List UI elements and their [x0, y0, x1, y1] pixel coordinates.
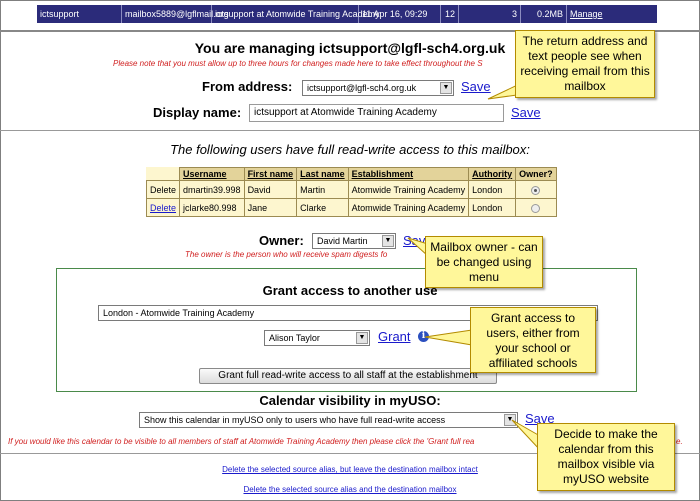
- cell-owner: [515, 198, 557, 217]
- from-address-select[interactable]: ictsupport@lgfl-sch4.org.uk ▼: [302, 80, 454, 96]
- row-size: 0.2MB: [521, 5, 567, 23]
- establishment-value: London - Atomwide Training Academy: [103, 308, 255, 318]
- calendar-note: If you would like this calendar to be vi…: [8, 437, 475, 446]
- cell-establishment: Atomwide Training Academy: [347, 180, 470, 199]
- header-first-name[interactable]: First name: [243, 167, 298, 181]
- display-name-save-link[interactable]: Save: [511, 105, 541, 120]
- grant-all-staff-button[interactable]: Grant full read-write access to all staf…: [199, 368, 497, 384]
- from-address-label: From address:: [202, 79, 293, 94]
- owner-radio[interactable]: [531, 203, 541, 213]
- delete-link[interactable]: Delete: [145, 198, 181, 217]
- user-value: Alison Taylor: [269, 333, 320, 343]
- owner-select[interactable]: David Martin ▼: [312, 233, 396, 249]
- row-display-name: ictsupport at Atomwide Training Academy: [212, 5, 380, 23]
- grant-title: Grant access to another use: [262, 283, 438, 298]
- from-address-value: ictsupport@lgfl-sch4.org.uk: [307, 83, 417, 93]
- table-row: Delete jclarke80.998 Jane Clarke Atomwid…: [145, 198, 557, 217]
- manage-link[interactable]: Manage: [567, 5, 606, 23]
- callout-calendar: Decide to make the calendar from this ma…: [537, 423, 675, 491]
- info-icon[interactable]: i: [418, 331, 429, 342]
- dropdown-arrow-icon: ▼: [382, 235, 394, 247]
- display-name-label: Display name:: [153, 105, 242, 120]
- header-authority[interactable]: Authority: [468, 167, 517, 181]
- cell-last-name: Clarke: [296, 198, 349, 217]
- header-username[interactable]: Username: [179, 167, 245, 181]
- table-row: Delete dmartin39.998 David Martin Atomwi…: [145, 180, 557, 199]
- owner-label: Owner:: [259, 233, 304, 248]
- dropdown-arrow-icon: ▼: [504, 414, 516, 426]
- header-establishment[interactable]: Establishment: [347, 167, 470, 181]
- cell-authority: London: [468, 180, 517, 199]
- user-select[interactable]: Alison Taylor ▼: [264, 330, 370, 346]
- owner-radio[interactable]: [531, 185, 541, 195]
- cell-username: jclarke80.998: [179, 198, 245, 217]
- delete-link: Delete: [145, 180, 181, 199]
- section-divider: [0, 130, 700, 131]
- header-owner: Owner?: [515, 167, 557, 181]
- header-blank: [145, 167, 181, 181]
- cell-first-name: David: [243, 180, 298, 199]
- callout-owner: Mailbox owner - can be changed using men…: [425, 236, 543, 288]
- cell-username: dmartin39.998: [179, 180, 245, 199]
- calendar-title: Calendar visibility in myUSO:: [259, 393, 441, 408]
- row-count-2: 3: [459, 5, 521, 23]
- cell-owner: [515, 180, 557, 199]
- owner-value: David Martin: [317, 236, 368, 246]
- row-count-1: 12: [441, 5, 459, 23]
- header-last-name[interactable]: Last name: [296, 167, 349, 181]
- cell-establishment: Atomwide Training Academy: [347, 198, 470, 217]
- from-address-save-link[interactable]: Save: [461, 79, 491, 94]
- callout-return-address: The return address and text people see w…: [515, 30, 655, 98]
- cell-first-name: Jane: [243, 198, 298, 217]
- calendar-visibility-select[interactable]: Show this calendar in myUSO only to user…: [139, 412, 518, 428]
- calendar-note-tail: e.: [676, 437, 683, 446]
- row-mailbox: mailbox5889@lgflmail.org: [122, 5, 229, 23]
- dropdown-arrow-icon: ▼: [356, 332, 368, 344]
- mailbox-list-row: ictsupport mailbox5889@lgflmail.org icts…: [37, 5, 657, 23]
- cell-authority: London: [468, 198, 517, 217]
- users-table: Username First name Last name Establishm…: [145, 167, 557, 217]
- callout-grant-access: Grant access to users, either from your …: [470, 307, 596, 373]
- display-name-input[interactable]: ictsupport at Atomwide Training Academy: [249, 104, 504, 122]
- row-date: 11 Apr 16, 09:29: [359, 5, 441, 23]
- row-username: ictsupport: [37, 5, 122, 23]
- dropdown-arrow-icon: ▼: [440, 82, 452, 94]
- table-header-row: Username First name Last name Establishm…: [145, 167, 557, 181]
- access-subtitle: The following users have full read-write…: [170, 142, 530, 157]
- calendar-visibility-value: Show this calendar in myUSO only to user…: [144, 415, 446, 425]
- owner-note: The owner is the person who will receive…: [185, 250, 388, 259]
- cell-last-name: Martin: [296, 180, 349, 199]
- title-note: Please note that you must allow up to th…: [113, 59, 483, 68]
- grant-link[interactable]: Grant: [378, 329, 411, 344]
